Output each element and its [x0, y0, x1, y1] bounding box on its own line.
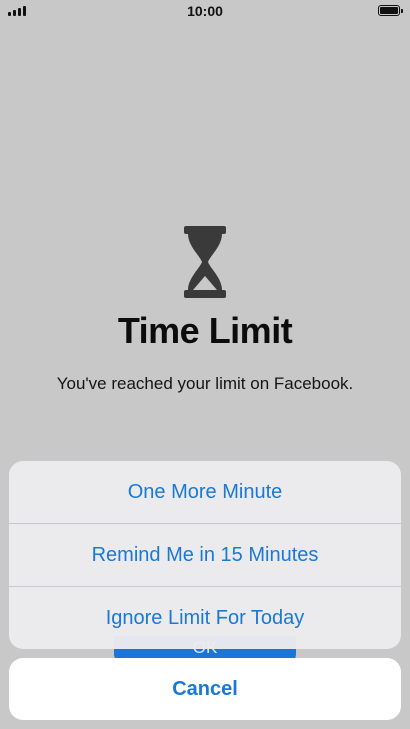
cancel-button[interactable]: Cancel — [9, 658, 401, 720]
ignore-limit-today-button[interactable]: Ignore Limit For Today — [9, 587, 401, 649]
alert-title: Time Limit — [117, 310, 293, 351]
status-time: 10:00 — [187, 3, 223, 19]
status-bar: 10:00 — [0, 0, 410, 24]
remind-me-15-minutes-button[interactable]: Remind Me in 15 Minutes — [9, 524, 401, 587]
battery-full-icon — [378, 5, 403, 16]
action-sheet: One More Minute Remind Me in 15 Minutes … — [9, 461, 401, 649]
alert-message: You've reached your limit on Facebook. — [56, 374, 354, 393]
one-more-minute-button[interactable]: One More Minute — [9, 461, 401, 524]
hourglass-icon — [184, 226, 226, 298]
